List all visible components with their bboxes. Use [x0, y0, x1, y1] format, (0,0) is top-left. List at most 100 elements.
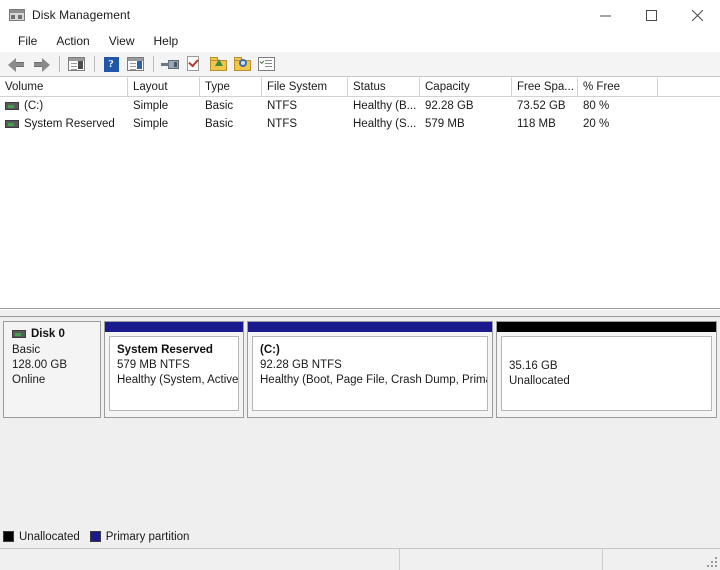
- window-controls: [582, 0, 720, 30]
- menu-help[interactable]: Help: [145, 32, 188, 51]
- legend: Unallocated Primary partition: [3, 528, 200, 545]
- partition-color-bar: [105, 322, 243, 333]
- disk-management-icon: [9, 7, 25, 23]
- toolbar-separator: [94, 56, 95, 72]
- column-header-status[interactable]: Status: [348, 77, 420, 96]
- partition-size-fs: 35.16 GB: [509, 360, 558, 372]
- disk-row-disk0: Disk 0 Basic 128.00 GB Online System Res…: [3, 321, 717, 418]
- status-pane-3: [603, 549, 720, 570]
- column-header-file-system[interactable]: File System: [262, 77, 348, 96]
- resize-grip-icon[interactable]: [706, 556, 718, 568]
- console-tree-icon: [67, 57, 85, 71]
- help-icon: ?: [103, 56, 119, 72]
- disk-status: Online: [12, 374, 46, 386]
- cell-volume-label: (C:): [24, 100, 44, 112]
- plug-icon: [161, 58, 179, 71]
- cell-status: Healthy (S...: [353, 118, 417, 130]
- volume-list-rows: (C:) Simple Basic NTFS Healthy (B... 92.…: [0, 97, 720, 308]
- folder-up-icon: [209, 57, 227, 71]
- show-hide-console-tree-button[interactable]: [65, 54, 87, 75]
- folder-search-icon: [233, 57, 251, 71]
- partition-strip: System Reserved 579 MB NTFS Healthy (Sys…: [104, 321, 717, 418]
- menu-bar: File Action View Help: [0, 30, 720, 52]
- cell-type: Basic: [205, 100, 234, 112]
- checked-document-icon: [187, 56, 201, 72]
- legend-label-primary-partition: Primary partition: [105, 530, 190, 543]
- legend-swatch-unallocated: [3, 531, 14, 542]
- pane-splitter[interactable]: [0, 309, 720, 317]
- menu-file[interactable]: File: [9, 32, 46, 51]
- rescan-disks-button[interactable]: [159, 54, 181, 75]
- properties-button[interactable]: [255, 54, 277, 75]
- status-bar: [0, 548, 720, 570]
- menu-view[interactable]: View: [100, 32, 144, 51]
- partition-size-fs: 92.28 GB NTFS: [260, 359, 342, 371]
- column-header-free-space[interactable]: Free Spa...: [512, 77, 578, 96]
- volume-list-pane: Volume Layout Type File System Status Ca…: [0, 77, 720, 309]
- toolbar-separator: [153, 56, 154, 72]
- partition-unallocated[interactable]: 35.16 GB Unallocated: [496, 321, 717, 418]
- verify-button[interactable]: [183, 54, 205, 75]
- action-pane-icon: [126, 57, 144, 71]
- column-header-volume[interactable]: Volume: [0, 77, 128, 96]
- column-header-type[interactable]: Type: [200, 77, 262, 96]
- explore-button[interactable]: [231, 54, 253, 75]
- volume-list-header: Volume Layout Type File System Status Ca…: [0, 77, 720, 97]
- open-folder-button[interactable]: [207, 54, 229, 75]
- drive-icon: [5, 102, 19, 110]
- legend-item-unallocated: Unallocated: [3, 531, 80, 543]
- partition-system-reserved[interactable]: System Reserved 579 MB NTFS Healthy (Sys…: [104, 321, 244, 418]
- table-row[interactable]: (C:) Simple Basic NTFS Healthy (B... 92.…: [0, 97, 720, 115]
- close-button[interactable]: [674, 0, 720, 30]
- cell-file-system: NTFS: [267, 100, 298, 112]
- legend-item-primary-partition: Primary partition: [89, 530, 190, 543]
- minimize-button[interactable]: [582, 0, 628, 30]
- forward-arrow-icon: [32, 57, 50, 72]
- legend-swatch-primary-partition: [89, 531, 101, 542]
- partition-status: Unallocated: [509, 375, 570, 387]
- help-button[interactable]: ?: [100, 54, 122, 75]
- partition-status: Healthy (Boot, Page File, Crash Dump, Pr…: [260, 374, 488, 386]
- cell-capacity: 92.28 GB: [425, 100, 474, 112]
- legend-label-unallocated: Unallocated: [19, 530, 80, 543]
- partition-c-drive[interactable]: (C:) 92.28 GB NTFS Healthy (Boot, Page F…: [247, 321, 493, 418]
- partition-details: System Reserved 579 MB NTFS Healthy (Sys…: [109, 336, 239, 411]
- maximize-button[interactable]: [628, 0, 674, 30]
- cell-volume: (C:): [0, 100, 128, 112]
- drive-icon: [5, 120, 19, 128]
- partition-color-bar: [248, 322, 492, 333]
- cell-capacity: 579 MB: [425, 118, 465, 130]
- show-hide-action-pane-button[interactable]: [124, 54, 146, 75]
- forward-button[interactable]: [30, 54, 52, 75]
- drive-icon: [12, 330, 26, 338]
- cell-free-space: 73.52 GB: [517, 100, 566, 112]
- column-header-percent-free[interactable]: % Free: [578, 77, 658, 96]
- table-row[interactable]: System Reserved Simple Basic NTFS Health…: [0, 115, 720, 133]
- properties-icon: [257, 57, 275, 71]
- title-bar: Disk Management: [0, 0, 720, 30]
- partition-name: (C:): [260, 344, 280, 356]
- partition-color-bar: [497, 322, 716, 333]
- cell-type: Basic: [205, 118, 234, 130]
- toolbar-separator: [59, 56, 60, 72]
- column-header-layout[interactable]: Layout: [128, 77, 200, 96]
- menu-action[interactable]: Action: [47, 32, 98, 51]
- column-header-capacity[interactable]: Capacity: [420, 77, 512, 96]
- partition-name: System Reserved: [117, 344, 213, 356]
- window-title: Disk Management: [32, 8, 131, 22]
- cell-percent-free: 20 %: [583, 118, 610, 130]
- disk-title: Disk 0: [12, 328, 100, 340]
- disk-info-panel[interactable]: Disk 0 Basic 128.00 GB Online: [3, 321, 101, 418]
- disk-name: Disk 0: [31, 328, 65, 340]
- disk-management-window: Disk Management File Action View Help ? …: [0, 0, 720, 570]
- cell-volume: System Reserved: [0, 118, 128, 130]
- back-button[interactable]: [6, 54, 28, 75]
- disk-type: Basic: [12, 344, 41, 356]
- cell-file-system: NTFS: [267, 118, 298, 130]
- cell-status: Healthy (B...: [353, 100, 417, 112]
- graphical-view-pane: Disk 0 Basic 128.00 GB Online System Res…: [0, 317, 720, 548]
- status-pane-1: [0, 549, 400, 570]
- cell-free-space: 118 MB: [517, 118, 556, 130]
- cell-percent-free: 80 %: [583, 100, 610, 112]
- back-arrow-icon: [8, 57, 26, 72]
